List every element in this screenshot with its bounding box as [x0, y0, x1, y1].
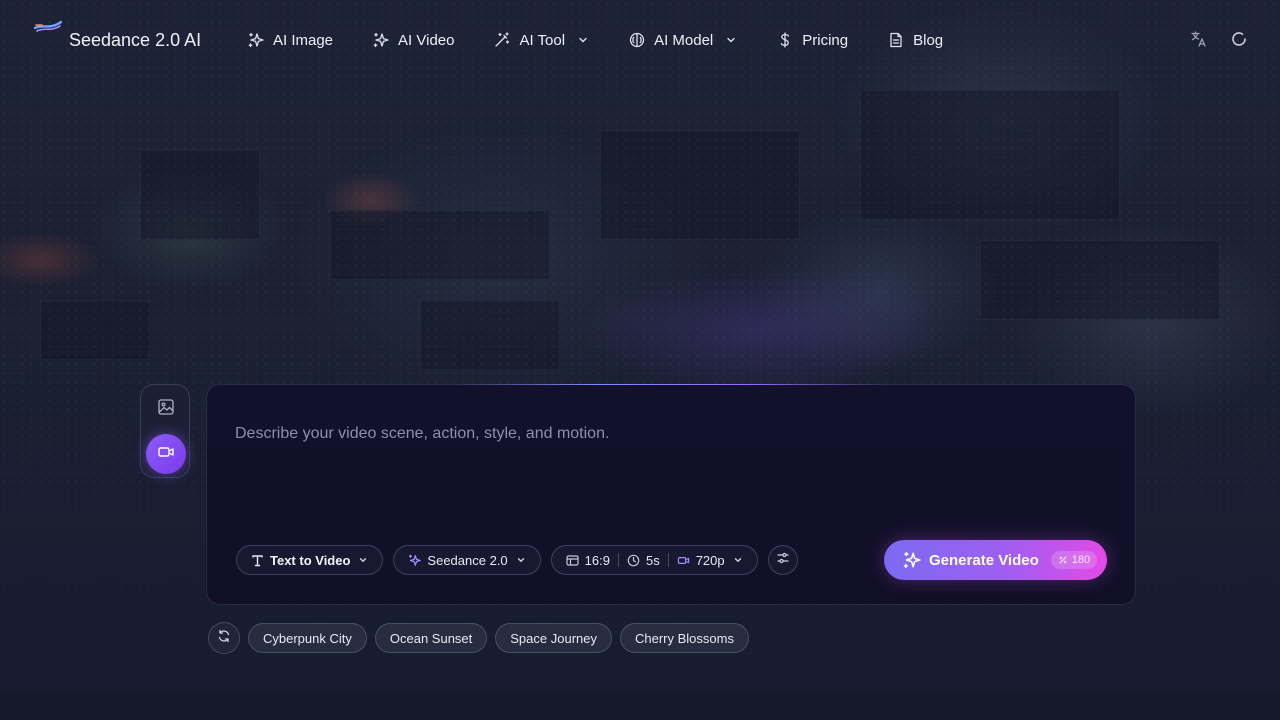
- clock-icon: [627, 554, 640, 567]
- header-actions: [1168, 30, 1248, 48]
- divider: [667, 553, 669, 567]
- sparkles-icon: [408, 554, 422, 567]
- nav-label: AI Tool: [519, 31, 566, 49]
- aspect-ratio-value: 16:9: [584, 552, 610, 568]
- nav-ai-image[interactable]: AI Image: [248, 29, 333, 51]
- brain-icon: [629, 32, 645, 48]
- aspect-ratio-icon: [566, 554, 579, 567]
- credit-badge: 180: [1050, 551, 1098, 569]
- generate-button-label: Generate Video: [929, 551, 1039, 569]
- chevron-down-icon: [577, 34, 589, 46]
- image-icon: [157, 398, 175, 421]
- sliders-icon: [776, 551, 790, 570]
- nav-label: AI Model: [654, 31, 714, 49]
- document-icon: [888, 32, 904, 48]
- model-select-label: Seedance 2.0: [427, 552, 508, 568]
- logo-icon: [34, 20, 62, 34]
- nav-ai-video[interactable]: AI Video: [373, 29, 454, 51]
- model-select[interactable]: Seedance 2.0: [393, 545, 541, 575]
- sparkles-icon: [248, 32, 264, 48]
- mode-select-label: Text to Video: [270, 552, 351, 568]
- nav-label: Pricing: [802, 31, 849, 49]
- duration-value: 5s: [645, 552, 660, 568]
- generate-video-button[interactable]: Generate Video 180: [884, 540, 1107, 580]
- magic-wand-icon: [494, 32, 510, 48]
- nav-blog[interactable]: Blog: [888, 29, 943, 51]
- chevron-down-icon: [725, 34, 737, 46]
- page-footer-strip: [0, 692, 1280, 720]
- chevron-down-icon: [358, 555, 368, 565]
- suggestion-chip[interactable]: Cherry Blossoms: [620, 623, 749, 653]
- prompt-card: Text to Video Seedance 2.0 16:9: [206, 384, 1136, 605]
- nav-label: Blog: [913, 31, 944, 49]
- generation-controls: Text to Video Seedance 2.0 16:9 5s 720p: [236, 545, 798, 575]
- video-camera-icon: [157, 443, 175, 466]
- advanced-settings-button[interactable]: [767, 545, 798, 575]
- video-settings-select[interactable]: 16:9 5s 720p: [550, 545, 758, 575]
- nav-label: AI Image: [273, 31, 334, 49]
- nav-label: AI Video: [398, 31, 455, 49]
- nav-pricing[interactable]: Pricing: [777, 29, 848, 51]
- top-navigation: Seedance 2.0 AI AI Image AI Video AI Too…: [0, 0, 1280, 80]
- sparkles-icon: [903, 551, 921, 569]
- divider: [617, 553, 619, 567]
- text-icon: [251, 554, 264, 567]
- mode-select[interactable]: Text to Video: [236, 545, 384, 575]
- brand-logo[interactable]: [34, 20, 70, 34]
- brand-name[interactable]: Seedance 2.0 AI: [69, 30, 201, 51]
- refresh-suggestions-button[interactable]: [208, 622, 240, 654]
- nav-ai-model[interactable]: AI Model: [629, 29, 737, 51]
- video-mode-button[interactable]: [146, 434, 186, 474]
- credit-count: 180: [1071, 554, 1091, 566]
- image-mode-button[interactable]: [146, 389, 186, 429]
- suggestion-chip[interactable]: Ocean Sunset: [374, 623, 488, 653]
- resolution-value: 720p: [695, 552, 725, 568]
- credit-icon: [1058, 555, 1068, 565]
- suggestion-chip[interactable]: Cyberpunk City: [248, 623, 367, 653]
- chevron-down-icon: [733, 555, 743, 565]
- prompt-input[interactable]: [235, 423, 1095, 445]
- suggestion-chip[interactable]: Space Journey: [495, 623, 612, 653]
- sparkles-icon: [373, 32, 389, 48]
- mode-switch: [140, 384, 190, 478]
- translate-icon[interactable]: [1190, 30, 1208, 48]
- loading-spinner-icon: [1230, 30, 1248, 48]
- video-camera-icon: [677, 554, 690, 567]
- chevron-down-icon: [516, 555, 526, 565]
- refresh-icon: [217, 629, 231, 648]
- nav-ai-tool[interactable]: AI Tool: [494, 29, 589, 51]
- dollar-icon: [777, 32, 793, 48]
- prompt-suggestions: Cyberpunk City Ocean Sunset Space Journe…: [208, 622, 757, 654]
- main-nav: AI Image AI Video AI Tool AI Model Prici…: [248, 29, 983, 51]
